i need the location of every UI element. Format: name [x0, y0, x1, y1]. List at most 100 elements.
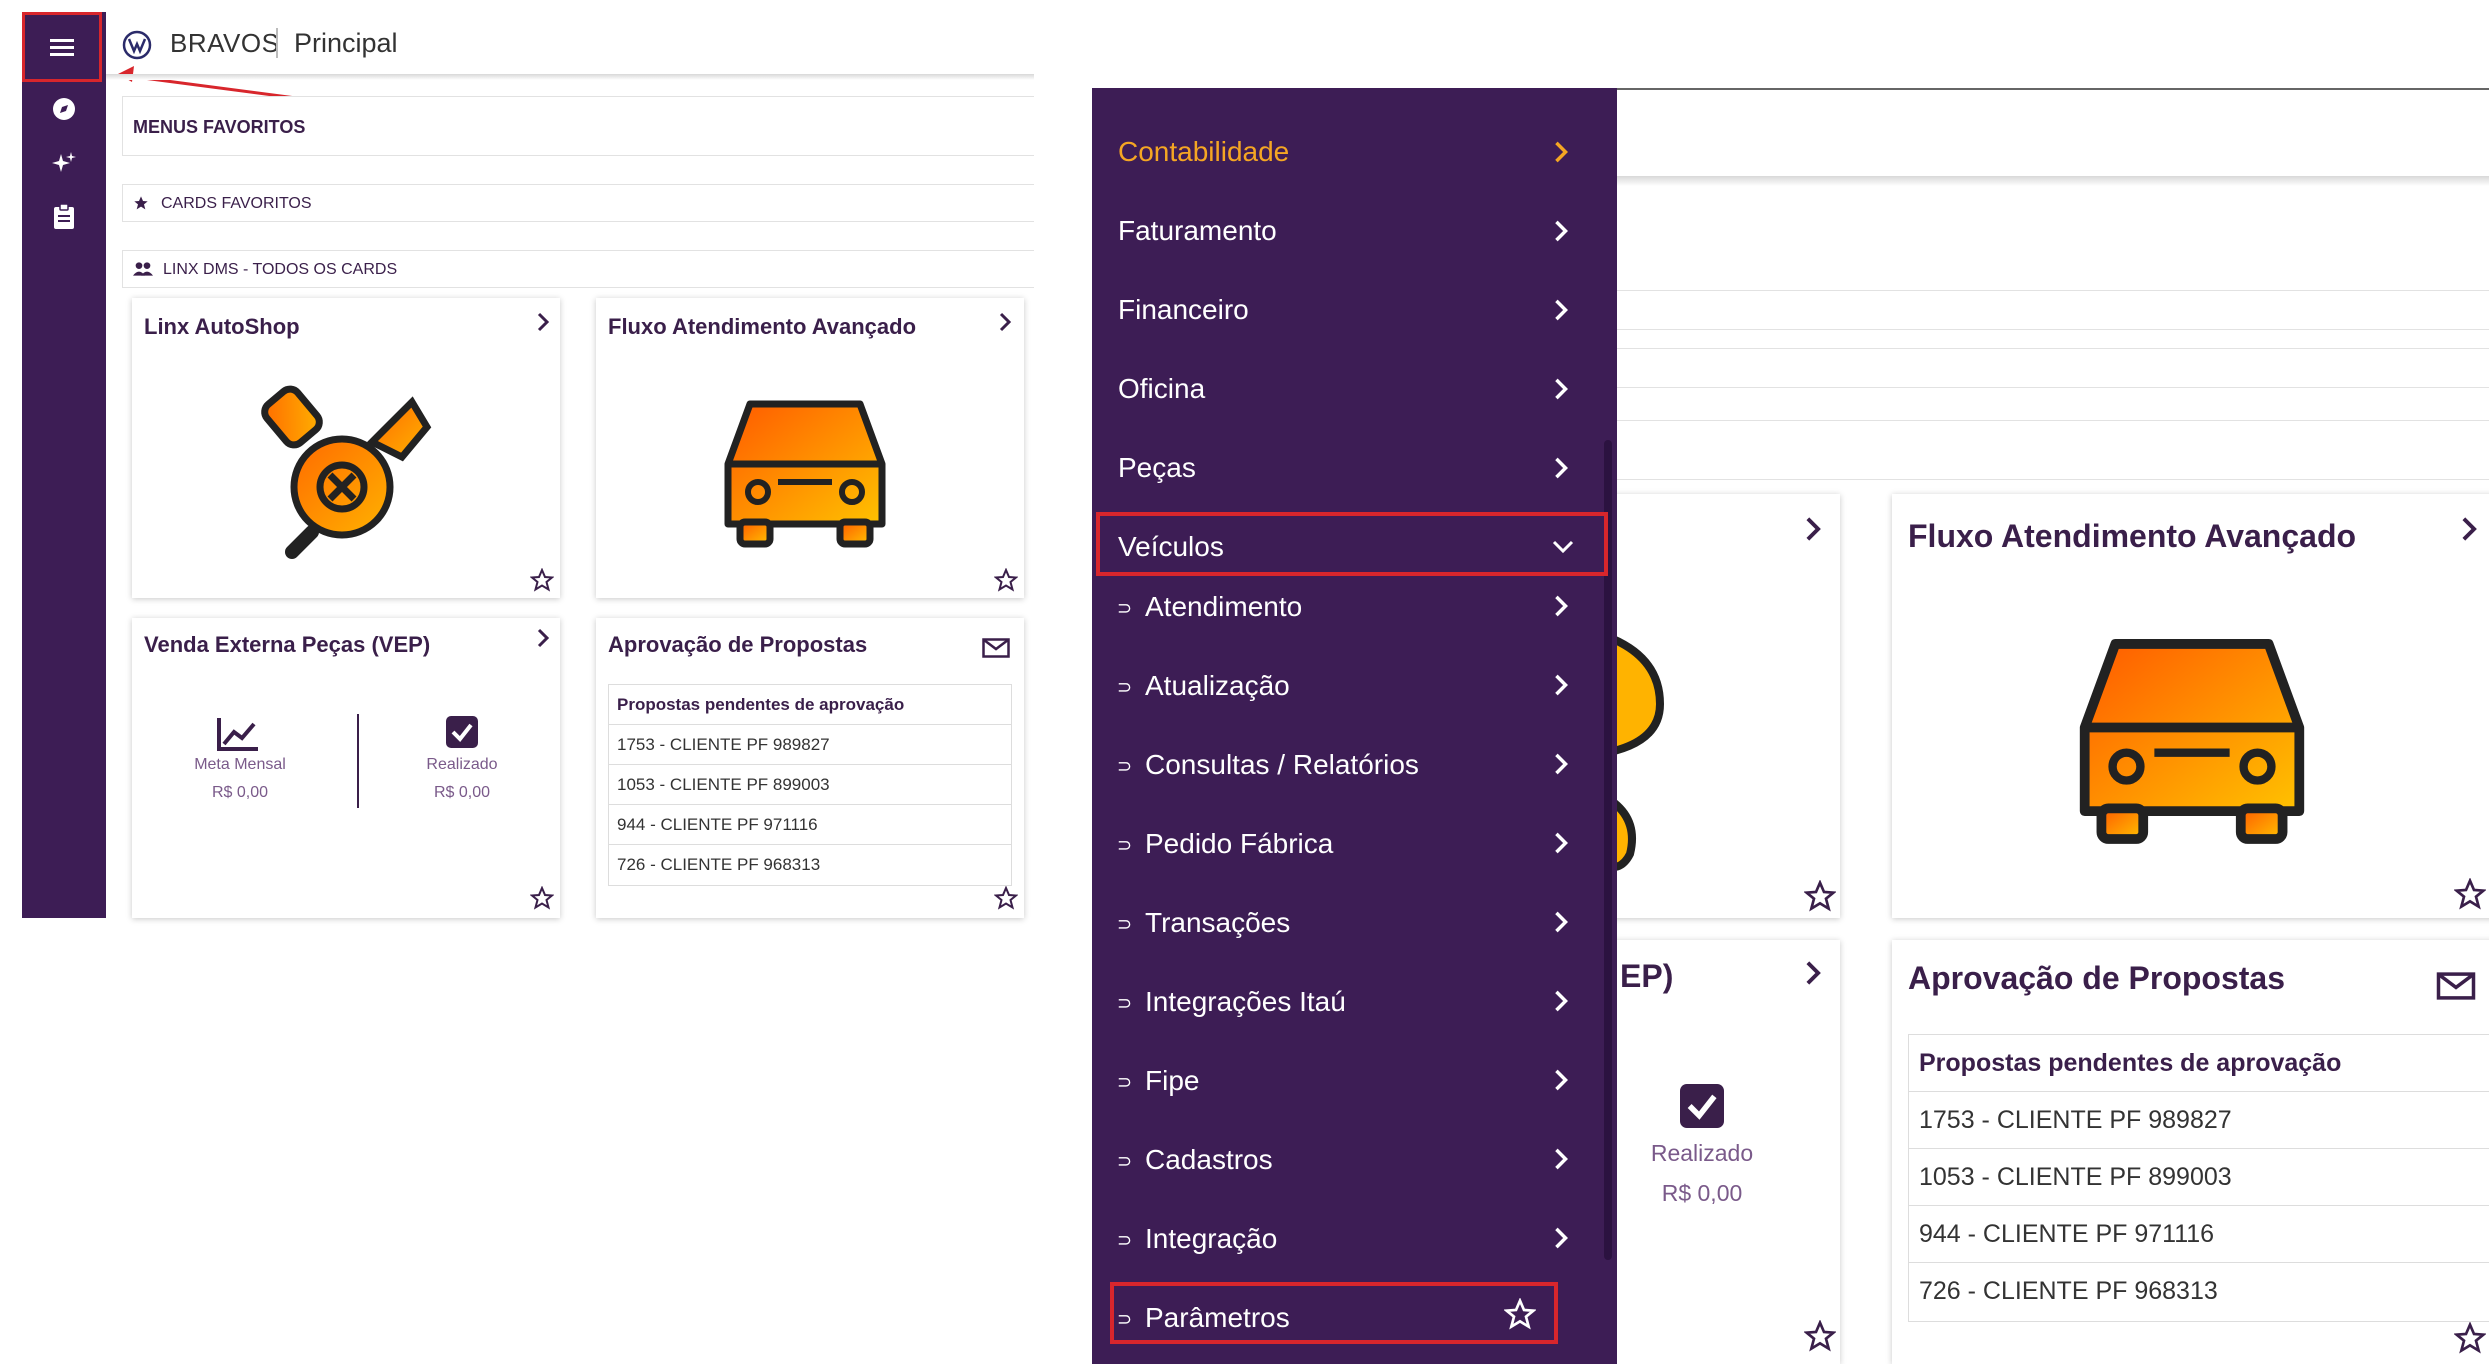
- realizado-value: R$ 0,00: [1661, 1180, 1743, 1206]
- nav-sub-cadastros[interactable]: Cadastros: [1145, 1144, 1273, 1176]
- realizado-label: Realizado: [1650, 1140, 1754, 1166]
- chevron-right-icon[interactable]: [1804, 516, 1822, 542]
- table-row[interactable]: 944 - CLIENTE PF 971116: [1909, 1206, 2489, 1263]
- nav-sub-atendimento[interactable]: Atendimento: [1145, 591, 1302, 623]
- card-title: Linx AutoShop: [144, 314, 300, 339]
- envelope-icon[interactable]: [2436, 972, 2476, 1000]
- users-icon: [133, 262, 153, 276]
- tools-icon: [261, 385, 432, 559]
- nav-sub-consultas-relatorios[interactable]: Consultas / Relatórios: [1145, 749, 1419, 781]
- brand-name: BRAVOS: [170, 28, 280, 58]
- favorite-star-icon[interactable]: [2454, 1322, 2486, 1354]
- compass-button[interactable]: [22, 96, 106, 122]
- nav-sub-fipe[interactable]: Fipe: [1145, 1065, 1199, 1097]
- card-title-fragment: EP): [1620, 958, 1674, 994]
- table-row[interactable]: 1753 - CLIENTE PF 989827: [609, 725, 1011, 765]
- checkbox-checked-icon: [1680, 1084, 1724, 1128]
- favorite-star-icon[interactable]: [530, 568, 554, 592]
- favorite-star-icon[interactable]: [1504, 1298, 1536, 1330]
- envelope-icon[interactable]: [982, 638, 1010, 658]
- bullet-icon: ⊃: [1117, 677, 1133, 697]
- card-fluxo-atendimento[interactable]: Fluxo Atendimento Avançado: [596, 298, 1024, 598]
- all-cards-panel[interactable]: LINX DMS - TODOS OS CARDS: [122, 250, 1034, 288]
- nav-sub-atualizacao[interactable]: Atualização: [1145, 670, 1290, 702]
- nav-sub-label: Cadastros: [1145, 1144, 1273, 1175]
- chevron-right-icon[interactable]: [536, 312, 550, 332]
- bullet-icon: ⊃: [1117, 598, 1133, 618]
- chevron-right-icon: [1555, 378, 1568, 400]
- menu-icon: [50, 39, 74, 56]
- all-cards-title: LINX DMS - TODOS OS CARDS: [163, 261, 398, 278]
- card-title: Aprovação de Propostas: [608, 632, 868, 657]
- card-fluxo-atendimento[interactable]: Fluxo Atendimento Avançado: [1892, 494, 2489, 918]
- favorite-star-icon[interactable]: [530, 886, 554, 910]
- menu-toggle-button[interactable]: [22, 12, 102, 82]
- table-row[interactable]: 726 - CLIENTE PF 968313: [1909, 1263, 2489, 1320]
- bullet-icon: ⊃: [1117, 914, 1133, 934]
- favorite-star-icon[interactable]: [1804, 1320, 1836, 1352]
- table-row[interactable]: 726 - CLIENTE PF 968313: [609, 845, 1011, 885]
- chevron-right-icon: [1555, 220, 1568, 242]
- nav-sub-integracao[interactable]: Integração: [1145, 1223, 1277, 1255]
- chevron-right-icon: [1555, 1148, 1568, 1170]
- tools-icon: [1600, 630, 1665, 872]
- chevron-right-icon[interactable]: [998, 312, 1012, 332]
- car-icon: [724, 400, 886, 548]
- card-venda-externa-pecas[interactable]: Venda Externa Peças (VEP) Meta Mensal R$…: [132, 618, 560, 918]
- card-linx-autoshop[interactable]: Linx AutoShop: [132, 298, 560, 598]
- table-row[interactable]: 1053 - CLIENTE PF 899003: [1909, 1149, 2489, 1206]
- nav-sub-label: Integração: [1145, 1223, 1278, 1254]
- favorite-cards-panel[interactable]: [1617, 290, 2489, 330]
- nav-item-label: Faturamento: [1118, 215, 1277, 246]
- all-cards-panel[interactable]: [1617, 348, 2489, 388]
- chevron-right-icon: [1555, 141, 1568, 163]
- nav-item-financeiro[interactable]: Financeiro: [1118, 294, 1249, 326]
- bullet-icon: ⊃: [1117, 1309, 1133, 1329]
- chevron-right-icon[interactable]: [1804, 960, 1822, 986]
- realizado-value: R$ 0,00: [433, 784, 491, 801]
- table-row[interactable]: 944 - CLIENTE PF 971116: [609, 805, 1011, 845]
- chevron-right-icon: [1555, 1227, 1568, 1249]
- favorite-cards-panel[interactable]: CARDS FAVORITOS: [122, 184, 1034, 222]
- chevron-right-icon[interactable]: [2460, 516, 2478, 542]
- bullet-icon: ⊃: [1117, 1072, 1133, 1092]
- nav-sub-label: Atendimento: [1145, 591, 1303, 622]
- favorite-cards-title: CARDS FAVORITOS: [161, 195, 312, 212]
- vw-logo: [122, 30, 152, 65]
- nav-item-contabilidade[interactable]: Contabilidade: [1118, 136, 1289, 168]
- nav-item-oficina[interactable]: Oficina: [1118, 373, 1205, 405]
- header-shadow: [106, 74, 1034, 80]
- nav-sub-pedido-fabrica[interactable]: Pedido Fábrica: [1145, 828, 1333, 860]
- nav-sub-transacoes[interactable]: Transações: [1145, 907, 1290, 939]
- propostas-table: Propostas pendentes de aprovação 1753 - …: [1908, 1034, 2489, 1322]
- nav-item-veiculos[interactable]: Veículos: [1118, 531, 1224, 563]
- clipboard-button[interactable]: [22, 204, 106, 230]
- nav-sub-parametros[interactable]: Parâmetros: [1145, 1302, 1290, 1334]
- favorite-star-icon[interactable]: [2454, 878, 2486, 910]
- section-panel: [1617, 420, 2489, 480]
- card-title: Venda Externa Peças (VEP): [144, 632, 431, 657]
- header-top-line: [1617, 88, 2489, 90]
- nav-sub-label: Fipe: [1145, 1065, 1200, 1096]
- card-aprovacao-propostas[interactable]: Aprovação de Propostas Propostas pendent…: [596, 618, 1024, 918]
- nav-item-label: Peças: [1118, 452, 1196, 483]
- nav-item-pecas[interactable]: Peças: [1118, 452, 1196, 484]
- nav-item-faturamento[interactable]: Faturamento: [1118, 215, 1277, 247]
- card-title: Fluxo Atendimento Avançado: [608, 314, 917, 339]
- favorite-menus-title: MENUS FAVORITOS: [133, 117, 306, 137]
- favorite-star-icon[interactable]: [994, 886, 1018, 910]
- chevron-right-icon: [1555, 911, 1568, 933]
- table-row[interactable]: 1053 - CLIENTE PF 899003: [609, 765, 1011, 805]
- nav-sub-integracoes-itau[interactable]: Integrações Itaú: [1145, 986, 1346, 1018]
- vep-divider: [357, 714, 359, 808]
- favorite-star-icon[interactable]: [1804, 880, 1836, 912]
- chevron-down-icon: [1552, 540, 1574, 554]
- chevron-right-icon: [1555, 832, 1568, 854]
- card-aprovacao-propostas[interactable]: Aprovação de Propostas Propostas pendent…: [1892, 940, 2489, 1364]
- sparkles-button[interactable]: [22, 150, 106, 178]
- favorite-star-icon[interactable]: [994, 568, 1018, 592]
- bullet-icon: ⊃: [1117, 1230, 1133, 1250]
- chevron-right-icon[interactable]: [536, 628, 550, 648]
- table-row[interactable]: 1753 - CLIENTE PF 989827: [1909, 1092, 2489, 1149]
- page-title: Principal: [294, 28, 398, 58]
